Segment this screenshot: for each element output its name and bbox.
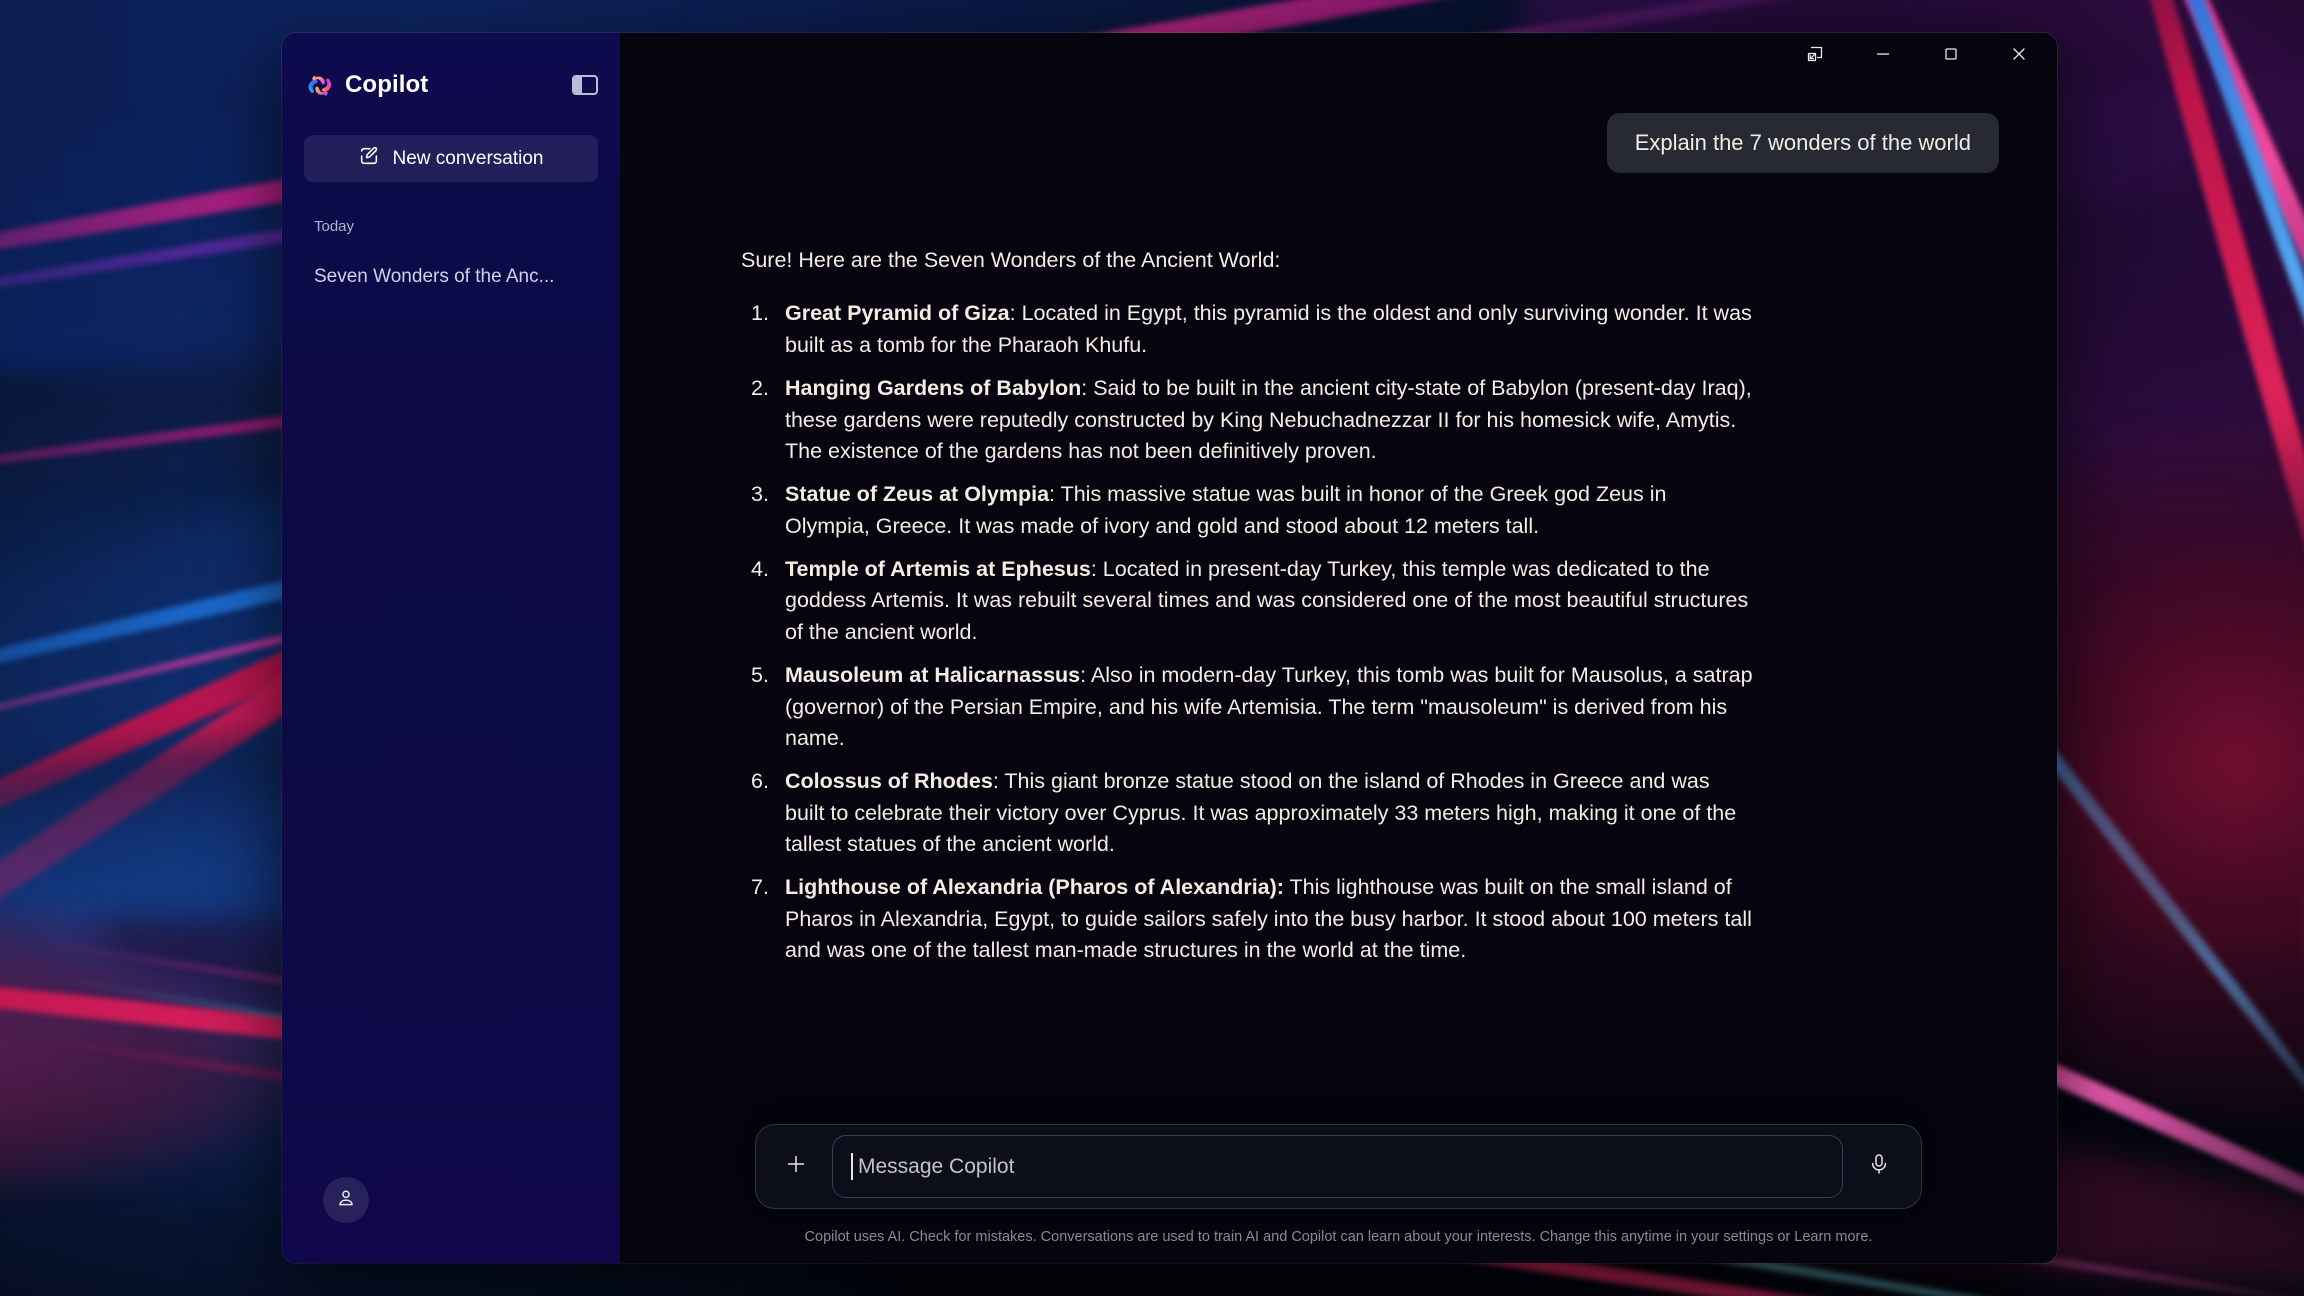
chat-transcript[interactable]: Explain the 7 wonders of the world Sure!… xyxy=(620,95,2057,1263)
assistant-intro: Sure! Here are the Seven Wonders of the … xyxy=(741,248,1281,272)
close-button[interactable] xyxy=(1985,33,2053,79)
user-message-row: Explain the 7 wonders of the world xyxy=(678,113,1999,173)
main-panel: Explain the 7 wonders of the world Sure!… xyxy=(620,33,2057,1263)
maximize-icon xyxy=(1942,45,1960,68)
composer-area xyxy=(620,1124,2057,1209)
brand-title: Copilot xyxy=(345,71,429,98)
wonder-title: Temple of Artemis at Ephesus xyxy=(785,557,1091,581)
person-icon xyxy=(335,1187,357,1214)
conversation-title: Seven Wonders of the Anc... xyxy=(314,266,555,287)
wonder-item: Lighthouse of Alexandria (Pharos of Alex… xyxy=(741,872,1753,966)
sidebar-toggle-icon[interactable] xyxy=(572,75,598,95)
message-input-shell[interactable] xyxy=(832,1135,1843,1198)
user-message: Explain the 7 wonders of the world xyxy=(1606,113,1999,173)
wonder-item: Great Pyramid of Giza: Located in Egypt,… xyxy=(741,298,1753,361)
wonder-title: Lighthouse of Alexandria (Pharos of Alex… xyxy=(785,875,1284,900)
wonder-item: Mausoleum at Halicarnassus: Also in mode… xyxy=(741,660,1753,754)
plus-icon xyxy=(783,1151,809,1182)
history-group-label: Today xyxy=(314,218,355,235)
wonder-title: Mausoleum at Halicarnassus xyxy=(785,663,1081,688)
add-attachment-button[interactable] xyxy=(774,1145,818,1189)
wonders-list: Great Pyramid of Giza: Located in Egypt,… xyxy=(741,298,1753,966)
wonder-item: Statue of Zeus at Olympia: This massive … xyxy=(741,479,1753,542)
message-input[interactable] xyxy=(858,1154,1824,1179)
wonder-item: Hanging Gardens of Babylon: Said to be b… xyxy=(741,373,1753,467)
microphone-icon xyxy=(1867,1152,1891,1181)
popout-button[interactable] xyxy=(1781,33,1849,79)
wonder-title: Hanging Gardens of Babylon xyxy=(785,376,1082,401)
learn-more-link[interactable]: Learn more. xyxy=(1794,1229,1872,1245)
disclaimer: Copilot uses AI. Check for mistakes. Con… xyxy=(620,1229,2057,1245)
new-conversation-button[interactable]: New conversation xyxy=(304,135,598,182)
copilot-logo-icon xyxy=(306,71,334,99)
composer xyxy=(755,1124,1922,1209)
wonder-item: Colossus of Rhodes: This giant bronze st… xyxy=(741,766,1753,860)
window-titlebar xyxy=(620,33,2057,95)
close-icon xyxy=(2010,45,2028,68)
sidebar: Copilot New conversation Today Seven Won… xyxy=(282,33,620,1263)
wonder-title: Statue of Zeus at Olympia xyxy=(785,482,1050,507)
account-button[interactable] xyxy=(323,1177,369,1223)
minimize-button[interactable] xyxy=(1849,33,1917,79)
minimize-icon xyxy=(1874,45,1892,68)
copilot-window: Copilot New conversation Today Seven Won… xyxy=(282,33,2057,1263)
wonder-title: Colossus of Rhodes xyxy=(785,769,993,794)
compose-icon xyxy=(358,145,380,173)
popout-icon xyxy=(1805,44,1825,69)
wonder-item: Temple of Artemis at Ephesus: Located in… xyxy=(741,554,1753,648)
disclaimer-text: Copilot uses AI. Check for mistakes. Con… xyxy=(804,1229,1795,1245)
new-conversation-label: New conversation xyxy=(392,147,544,169)
microphone-button[interactable] xyxy=(1857,1145,1901,1189)
text-caret xyxy=(851,1153,853,1180)
desktop-wallpaper: Copilot New conversation Today Seven Won… xyxy=(0,0,2304,1296)
conversation-item[interactable]: Seven Wonders of the Anc... xyxy=(298,255,604,299)
assistant-message: Sure! Here are the Seven Wonders of the … xyxy=(741,245,1753,967)
sidebar-header: Copilot xyxy=(282,51,620,119)
maximize-button[interactable] xyxy=(1917,33,1985,79)
wonder-title: Great Pyramid of Giza xyxy=(785,301,1010,326)
